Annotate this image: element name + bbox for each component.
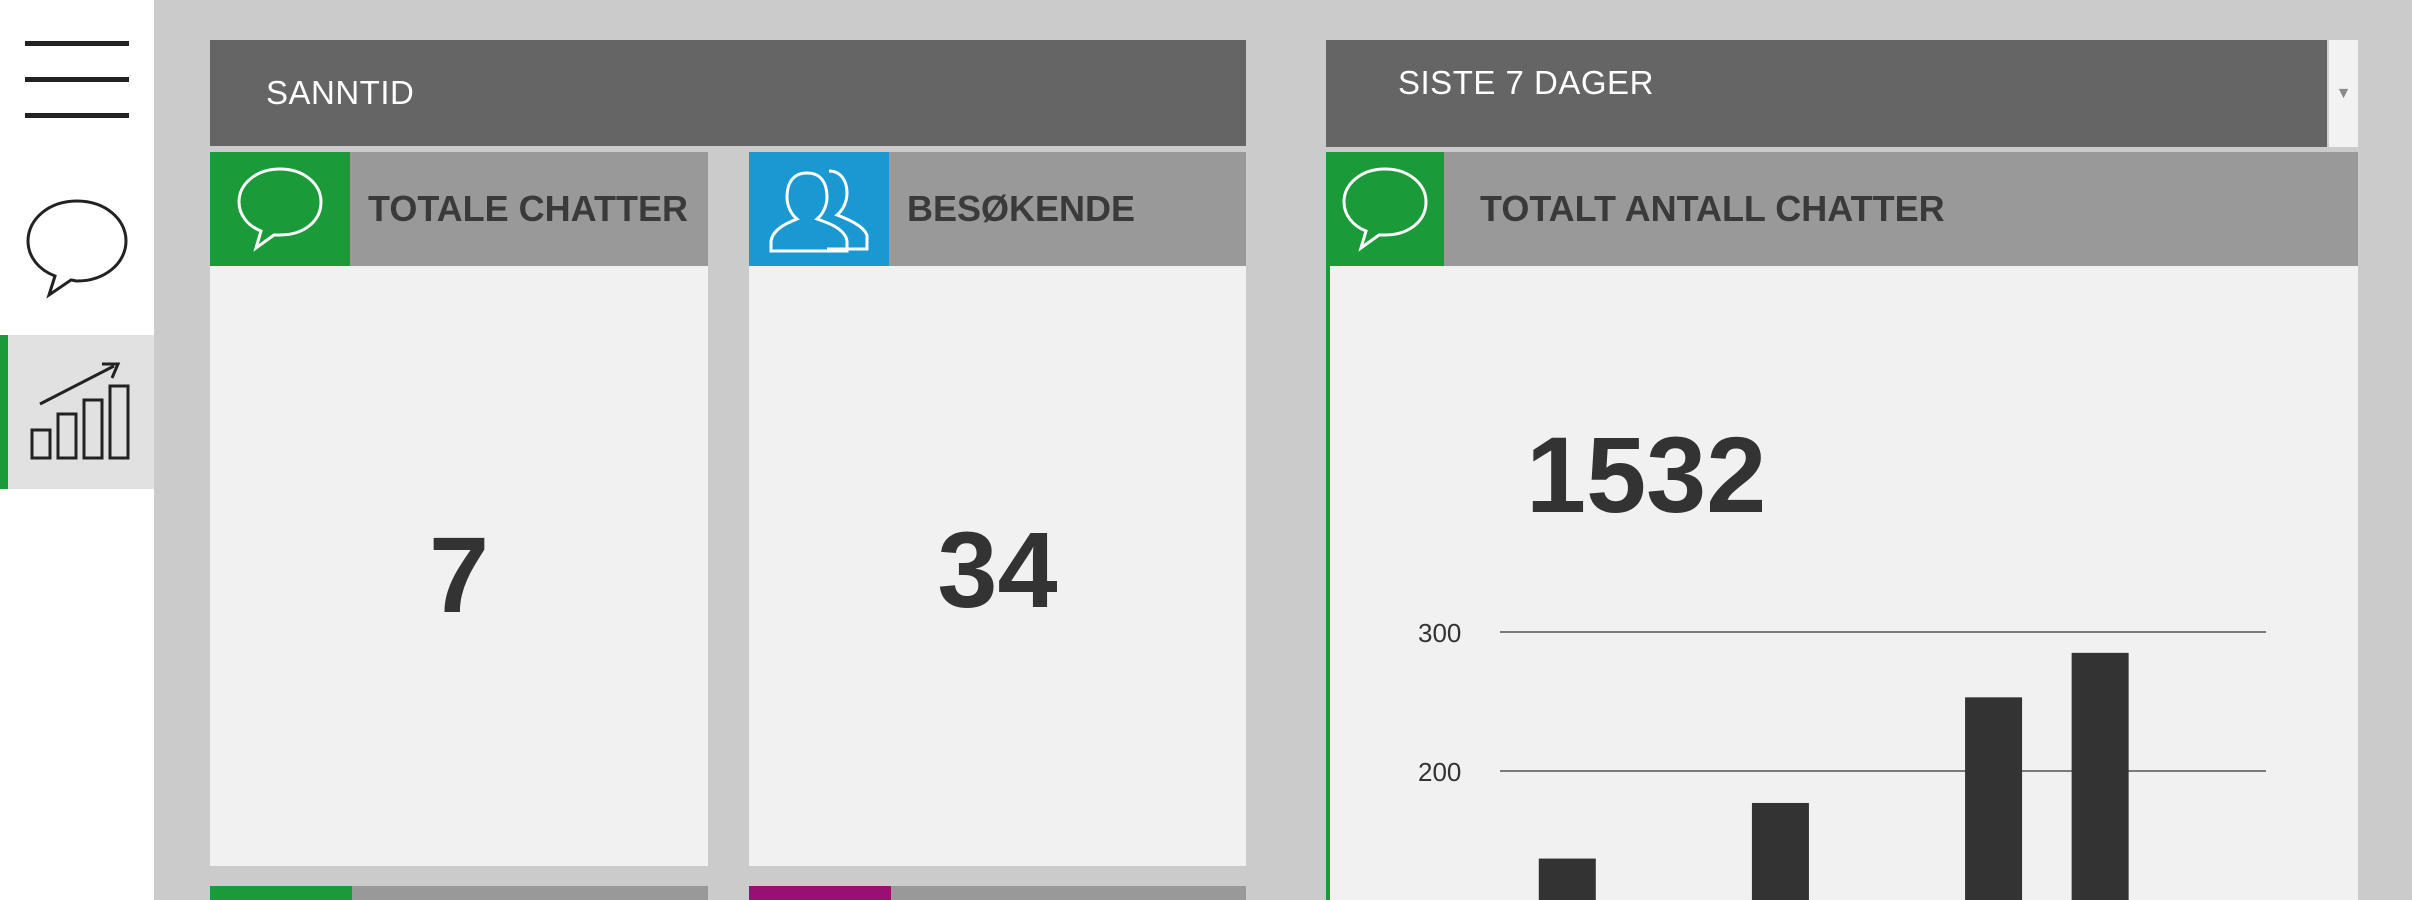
daily-chats-chart-svg: 200 300 <box>1418 618 2266 900</box>
total-chats-card: TOTALE CHATTER 7 <box>210 152 708 866</box>
chat-bubble-icon <box>237 167 323 252</box>
period-select[interactable]: SISTE 7 DAGER <box>1326 40 2358 147</box>
statistics-button[interactable] <box>0 335 154 489</box>
menu-button[interactable] <box>0 0 154 160</box>
visitors-title: BESØKENDE <box>907 188 1136 229</box>
bottom-tile-left-icon-box <box>210 886 352 900</box>
chart-bar <box>1965 697 2023 900</box>
daily-chats-chart: 200 300 <box>1326 560 2358 900</box>
visitors-icon-box <box>749 152 889 266</box>
bottom-tile-right-icon-box <box>749 886 891 900</box>
realtime-header-label: SANNTID <box>266 74 415 111</box>
period-dropdown-button[interactable]: ▼ <box>2327 40 2358 147</box>
chevron-down-icon: ▼ <box>2335 84 2352 102</box>
chart-bar <box>2071 652 2129 900</box>
period-select-value: SISTE 7 DAGER <box>1398 64 1654 101</box>
chart-bar <box>1751 802 1809 900</box>
visitors-value: 34 <box>937 509 1058 630</box>
total-chats-card-header: TOTALE CHATTER <box>210 152 708 266</box>
users-icon <box>769 169 869 253</box>
bottom-tile-left <box>210 886 708 900</box>
period-total-chats-value: 1532 <box>1526 414 1767 535</box>
sidebar <box>0 0 154 900</box>
y-tick-label: 300 <box>1418 618 1461 648</box>
hamburger-menu-icon <box>25 41 129 118</box>
visitors-card: BESØKENDE 34 <box>749 152 1246 866</box>
realtime-header: SANNTID <box>210 40 1246 146</box>
bar-chart-growth-icon <box>30 362 130 460</box>
period-total-chats-icon-box <box>1326 152 1444 266</box>
period-total-chats-title: TOTALT ANTALL CHATTER <box>1480 188 1945 229</box>
total-chats-icon-box <box>210 152 350 266</box>
total-chats-value: 7 <box>428 514 490 635</box>
visitors-card-header: BESØKENDE <box>749 152 1246 266</box>
chat-bubble-icon <box>1342 167 1428 252</box>
chat-bubble-icon <box>26 198 128 299</box>
total-chats-title: TOTALE CHATTER <box>368 188 688 229</box>
y-tick-label: 200 <box>1418 757 1461 787</box>
bottom-tile-right <box>749 886 1246 900</box>
chart-bar <box>1538 858 1596 900</box>
period-total-chats-header: TOTALT ANTALL CHATTER <box>1326 152 2358 266</box>
chat-button[interactable] <box>0 160 154 335</box>
